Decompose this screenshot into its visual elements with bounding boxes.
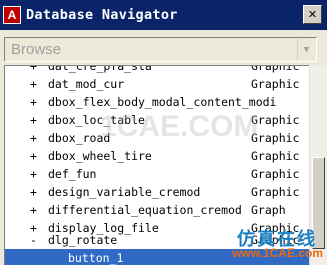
list-item[interactable]: + dbox_road Graphic	[5, 129, 309, 147]
title-bar: A Database Navigator ✕	[0, 0, 327, 30]
item-name: differential_equation_cremod	[48, 203, 242, 217]
list-item[interactable]: + dbox_flex_body_modal_content_modi	[5, 93, 309, 111]
list-item[interactable]: + dat_mod_cur Graphic	[5, 75, 309, 93]
item-name: dlg_rotate	[48, 233, 118, 247]
vertical-scrollbar[interactable]	[309, 65, 327, 265]
list-item[interactable]: + dat_cre_pfa_sta Graphic	[5, 65, 309, 75]
list-item[interactable]: + def_fun Graphic	[5, 165, 309, 183]
collapse-toggle[interactable]: -	[30, 231, 37, 249]
list-item[interactable]: + design_variable_cremod Graphic	[5, 183, 309, 201]
item-name: dbox_flex_body_modal_content_modi	[48, 95, 277, 109]
item-type: Graphic	[251, 77, 300, 91]
item-name: dbox_loc_table	[48, 113, 145, 127]
item-name: design_variable_cremod	[48, 185, 201, 199]
browse-dropdown-value: Browse	[11, 41, 62, 58]
item-name: dat_mod_cur	[48, 77, 125, 91]
item-type: Graphic	[251, 65, 300, 73]
item-type: Graphic	[251, 185, 300, 199]
item-type: Graphic	[251, 113, 300, 127]
item-name: dbox_road	[48, 131, 111, 145]
item-name: dbox_wheel_tire	[48, 149, 152, 163]
app-icon: A	[3, 6, 21, 24]
expand-toggle[interactable]: +	[30, 165, 37, 183]
expand-toggle[interactable]: +	[30, 111, 37, 129]
browse-dropdown[interactable]: Browse ▼	[4, 37, 317, 62]
list-item[interactable]: - dlg_rotate Graphic	[5, 231, 309, 249]
close-button[interactable]: ✕	[303, 5, 322, 24]
list-item[interactable]: + dbox_wheel_tire Graphic	[5, 147, 309, 165]
list-item-selected[interactable]: button_1	[5, 249, 309, 265]
item-name: button_1	[68, 251, 124, 265]
item-type: Graph	[251, 203, 286, 217]
list-item[interactable]: + differential_equation_cremod Graph	[5, 201, 309, 219]
expand-toggle[interactable]: +	[30, 93, 37, 111]
item-type: Graphic	[251, 233, 300, 247]
expand-toggle[interactable]: +	[30, 147, 37, 165]
item-type: Graphic	[251, 167, 300, 181]
window-title: Database Navigator	[26, 7, 178, 23]
item-type: Graphic	[251, 131, 300, 145]
scrollbar-thumb[interactable]	[312, 157, 325, 249]
item-name: def_fun	[48, 167, 97, 181]
expand-toggle[interactable]: +	[30, 129, 37, 147]
list-item[interactable]: + dbox_loc_table Graphic	[5, 111, 309, 129]
expand-toggle[interactable]: +	[30, 201, 37, 219]
expand-toggle[interactable]: +	[30, 66, 37, 75]
expand-toggle[interactable]: +	[30, 183, 37, 201]
database-tree-list[interactable]: + dat_cre_pfa_sta Graphic + dat_mod_cur …	[4, 65, 309, 265]
item-type: Graphic	[251, 149, 300, 163]
expand-toggle[interactable]: +	[30, 75, 37, 93]
item-name: dat_cre_pfa_sta	[48, 65, 152, 73]
chevron-down-icon[interactable]: ▼	[297, 39, 315, 60]
